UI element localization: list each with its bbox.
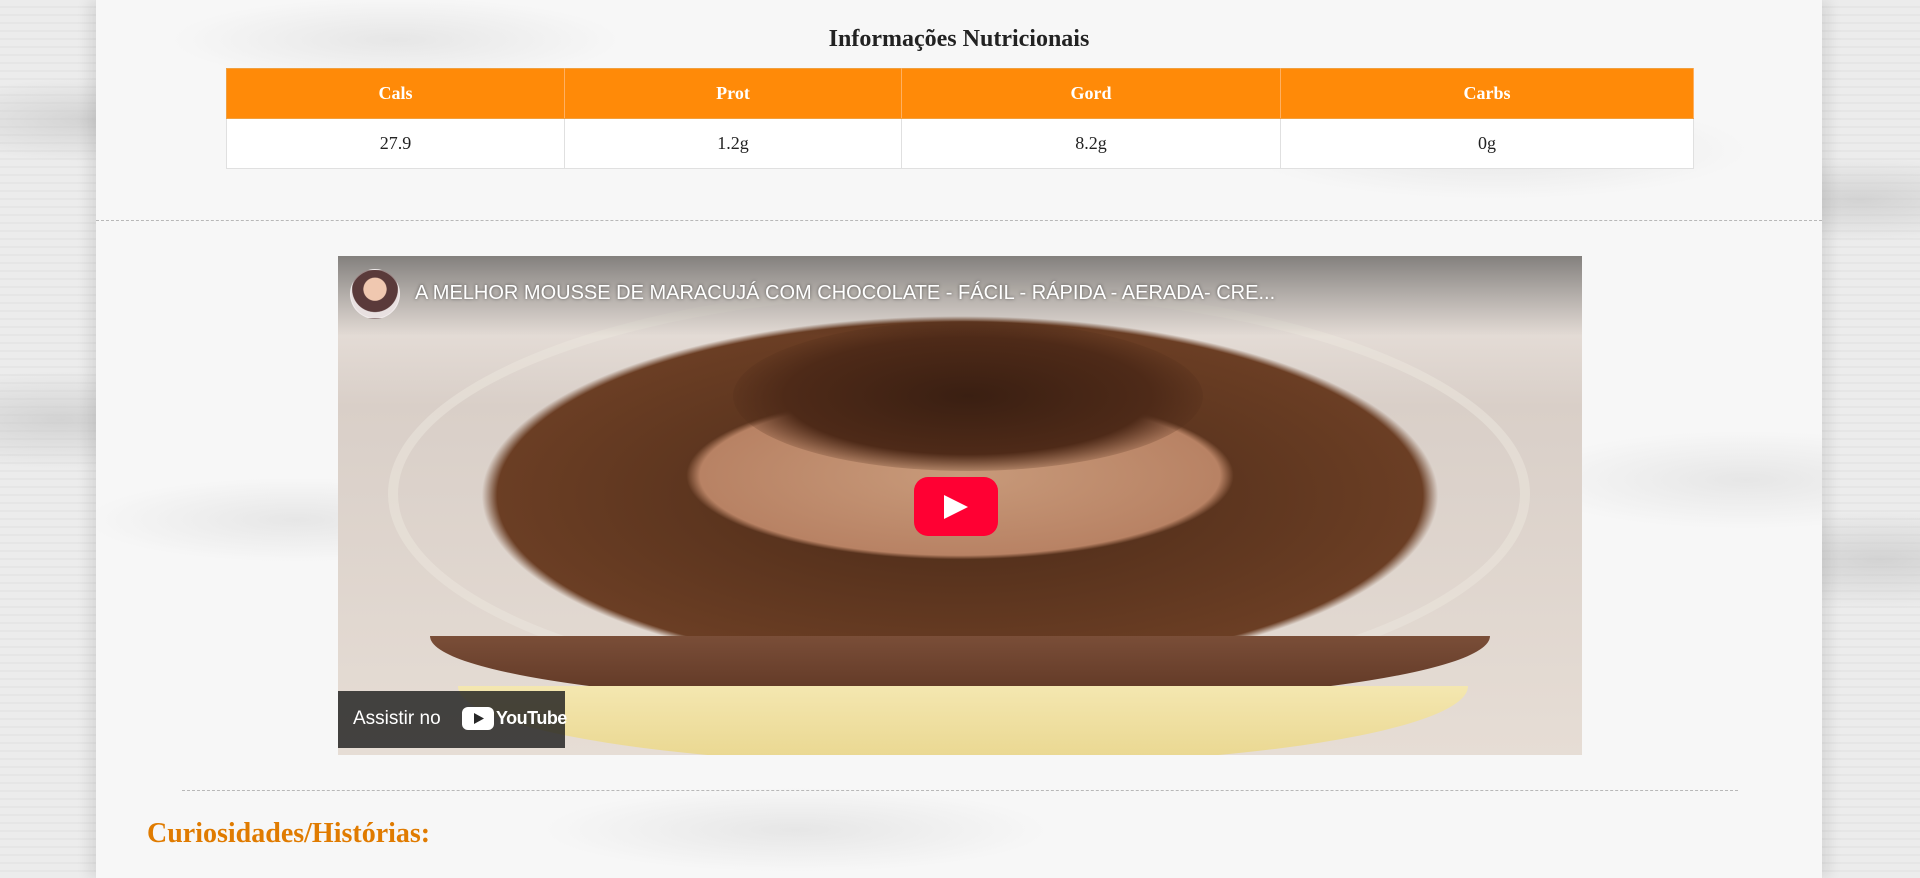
header-carbs: Carbs	[1280, 68, 1694, 119]
header-protein: Prot	[564, 68, 902, 119]
section-divider	[96, 220, 1822, 221]
nutrition-title: Informações Nutricionais	[828, 26, 1090, 52]
watch-on-label: Assistir no	[353, 708, 441, 729]
youtube-wordmark: YouTube	[496, 708, 567, 728]
page-content: Informações Nutricionais Cals Prot Gord …	[96, 0, 1822, 878]
youtube-embed[interactable]: A MELHOR MOUSSE DE MARACUJÁ COM CHOCOLAT…	[338, 256, 1582, 755]
value-carbs: 0g	[1280, 118, 1694, 169]
channel-avatar[interactable]	[350, 269, 400, 319]
header-fat: Gord	[901, 68, 1281, 119]
nutrition-table: Cals Prot Gord Carbs 27.9 1.2g 8.2g 0g	[226, 68, 1694, 169]
play-button[interactable]	[914, 477, 998, 536]
watch-on-youtube-button[interactable]: Assistir no YouTube	[338, 691, 567, 748]
thumbnail-chocolate-center	[733, 321, 1203, 471]
play-icon	[944, 495, 968, 519]
curiosities-heading: Curiosidades/Histórias:	[147, 818, 431, 849]
nutrition-values-row: 27.9 1.2g 8.2g 0g	[226, 118, 1694, 169]
video-title[interactable]: A MELHOR MOUSSE DE MARACUJÁ COM CHOCOLAT…	[415, 282, 1275, 305]
section-divider-2	[182, 790, 1738, 791]
youtube-logo-icon	[462, 707, 494, 730]
value-fat: 8.2g	[901, 118, 1281, 169]
value-protein: 1.2g	[564, 118, 902, 169]
value-calories: 27.9	[226, 118, 565, 169]
nutrition-header-row: Cals Prot Gord Carbs	[226, 68, 1694, 119]
header-calories: Cals	[226, 68, 565, 119]
